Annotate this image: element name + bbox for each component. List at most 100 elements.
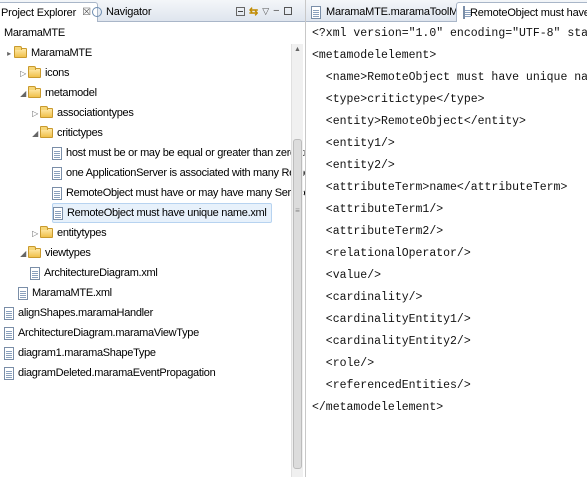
expand-arrow-icon[interactable]: ◢ bbox=[18, 249, 28, 258]
file-icon bbox=[52, 186, 62, 200]
code-line: <metamodelelement> bbox=[312, 49, 437, 62]
tree-item-file[interactable]: diagramDeleted.maramaEventPropagation bbox=[4, 363, 216, 383]
tree-item-folder[interactable]: MaramaMTE bbox=[0, 23, 65, 43]
tree-item-label: MaramaMTE.xml bbox=[32, 287, 112, 299]
collapse-all-icon[interactable] bbox=[236, 6, 245, 16]
file-icon bbox=[30, 266, 40, 280]
tab-remoteobject-unique-label: RemoteObject must have unique bbox=[470, 6, 587, 19]
file-icon bbox=[53, 206, 63, 220]
code-line: <role/> bbox=[312, 357, 375, 370]
tree-item-label: critictypes bbox=[57, 127, 103, 139]
collapse-arrow-icon[interactable]: ▷ bbox=[30, 109, 40, 118]
file-icon bbox=[52, 166, 62, 180]
collapse-arrow-icon[interactable]: ▷ bbox=[18, 69, 28, 78]
folder-icon bbox=[28, 66, 41, 78]
view-menu-icon[interactable]: ▽ bbox=[262, 6, 269, 17]
folder-icon bbox=[28, 86, 41, 98]
tree-item-label: metamodel bbox=[45, 87, 97, 99]
file-icon bbox=[18, 286, 28, 300]
minimize-icon[interactable]: − bbox=[273, 5, 279, 17]
expand-arrow-icon[interactable]: ◢ bbox=[30, 129, 40, 138]
folder-icon bbox=[40, 106, 53, 118]
collapse-arrow-icon[interactable]: ▷ bbox=[30, 229, 40, 238]
code-line: <name>RemoteObject must have unique name… bbox=[325, 71, 587, 84]
maximize-icon[interactable] bbox=[283, 7, 292, 15]
xml-editor-panel: MaramaMTE.maramaToolModel RemoteObject m… bbox=[305, 0, 587, 477]
tree-item-label: ArchitectureDiagram.maramaViewType bbox=[18, 327, 199, 339]
tree-item-file[interactable]: MaramaMTE.xml bbox=[18, 283, 112, 303]
editor-tabbar: MaramaMTE.maramaToolModel RemoteObject m… bbox=[306, 0, 587, 22]
tab-remoteobject-unique[interactable]: RemoteObject must have unique bbox=[456, 2, 587, 22]
tree-item-label: viewtypes bbox=[45, 247, 91, 259]
tree-item-label: MaramaMTE bbox=[31, 47, 92, 59]
tree-item-folder[interactable]: ▷ associationtypes bbox=[30, 103, 134, 123]
tree-item-label: associationtypes bbox=[57, 107, 134, 119]
code-line: <type>critictype</type> bbox=[312, 93, 485, 106]
scrollbar-grip-icon: ≡ bbox=[295, 206, 300, 215]
file-icon bbox=[4, 346, 14, 360]
project-explorer-panel: Project Explorer ☒ Navigator ⇆ ▽ − Maram… bbox=[0, 0, 305, 477]
tree-item-file[interactable]: diagram1.maramaShapeType bbox=[4, 343, 156, 363]
scrollbar-thumb[interactable] bbox=[293, 139, 302, 469]
tree-item-label: diagram1.maramaShapeType bbox=[18, 347, 156, 359]
tab-navigator[interactable]: Navigator bbox=[86, 2, 157, 22]
folder-icon bbox=[40, 226, 53, 238]
code-line: </metamodelelement> bbox=[312, 401, 444, 414]
tree-item-folder[interactable]: ◢ critictypes bbox=[30, 123, 103, 143]
file-icon bbox=[4, 326, 14, 340]
tree-item-folder[interactable]: ▷ icons bbox=[18, 63, 69, 83]
tree-item-file[interactable]: ArchitectureDiagram.maramaViewType bbox=[4, 323, 199, 343]
code-line: <cardinality/> bbox=[312, 291, 423, 304]
file-icon bbox=[311, 5, 321, 19]
code-line: <attributeTerm2/> bbox=[312, 225, 444, 238]
code-line: <cardinalityEntity1/> bbox=[312, 313, 471, 326]
tree-item-file[interactable]: alignShapes.maramaHandler bbox=[4, 303, 153, 323]
tab-project-explorer-label: Project Explorer bbox=[1, 6, 77, 19]
navigator-icon bbox=[92, 7, 102, 17]
code-line: <attributeTerm1/> bbox=[312, 203, 444, 216]
file-icon bbox=[4, 306, 14, 320]
code-line: <?xml version="1.0" encoding="UTF-8" sta… bbox=[312, 27, 587, 40]
code-line: <relationalOperator/> bbox=[312, 247, 471, 260]
tree-item-label: host must be or may be equal or greater … bbox=[66, 147, 305, 159]
tab-project-explorer[interactable]: Project Explorer ☒ bbox=[0, 2, 98, 22]
code-line: <value/> bbox=[312, 269, 382, 282]
tree-item-label: alignShapes.maramaHandler bbox=[18, 307, 153, 319]
code-line: <attributeTerm>name</attributeTerm> bbox=[312, 181, 568, 194]
tree-item-label: MaramaMTE bbox=[4, 27, 65, 39]
tree-item-label: diagramDeleted.maramaEventPropagation bbox=[18, 367, 216, 379]
file-icon bbox=[52, 146, 62, 160]
file-icon bbox=[4, 366, 14, 380]
folder-icon bbox=[40, 126, 53, 138]
tree-item-folder[interactable]: ◢ metamodel bbox=[18, 83, 97, 103]
tree-item-label: RemoteObject must have unique name.xml bbox=[67, 207, 267, 219]
tree-item-folder[interactable]: ▷ entitytypes bbox=[30, 223, 107, 243]
tree-item-file[interactable]: ArchitectureDiagram.xml bbox=[30, 263, 158, 283]
link-with-editor-icon[interactable]: ⇆ bbox=[249, 5, 258, 18]
tree-item-label: entitytypes bbox=[57, 227, 107, 239]
tree-item-file[interactable]: RemoteObject must have unique name.xml bbox=[52, 203, 272, 223]
tree-item-folder[interactable]: ◢ viewtypes bbox=[18, 243, 91, 263]
explorer-tabbar: Project Explorer ☒ Navigator ⇆ ▽ − bbox=[0, 0, 305, 22]
tree-item-label: icons bbox=[45, 67, 70, 79]
tree-item-file[interactable]: host must be or may be equal or greater … bbox=[52, 143, 305, 163]
file-icon bbox=[463, 6, 471, 19]
code-line: <cardinalityEntity2/> bbox=[312, 335, 471, 348]
tree-item-label: ArchitectureDiagram.xml bbox=[44, 267, 158, 279]
tree-item-file[interactable]: RemoteObject must have or may have many … bbox=[52, 183, 305, 203]
tree-item-file[interactable]: one ApplicationServer is associated with… bbox=[52, 163, 305, 183]
code-line: <referencedEntities/> bbox=[312, 379, 471, 392]
code-line: <entity1/> bbox=[312, 137, 395, 150]
tab-navigator-label: Navigator bbox=[106, 6, 152, 18]
tree-item-label: RemoteObject must have or may have many … bbox=[66, 187, 305, 199]
scroll-up-arrow-icon[interactable]: ▲ bbox=[292, 44, 303, 56]
code-line: <entity>RemoteObject</entity> bbox=[312, 115, 526, 128]
tree-item-label: one ApplicationServer is associated with… bbox=[66, 167, 305, 179]
collapse-arrow-icon[interactable]: ▸ bbox=[4, 49, 14, 58]
explorer-scrollbar[interactable]: ▲ ≡ bbox=[291, 44, 303, 477]
folder-icon bbox=[28, 246, 41, 258]
code-line: <entity2/> bbox=[312, 159, 395, 172]
tree-item-folder[interactable]: ▸ MaramaMTE bbox=[4, 43, 92, 63]
view-toolbar: ⇆ ▽ − bbox=[236, 3, 292, 19]
expand-arrow-icon[interactable]: ◢ bbox=[18, 89, 28, 98]
